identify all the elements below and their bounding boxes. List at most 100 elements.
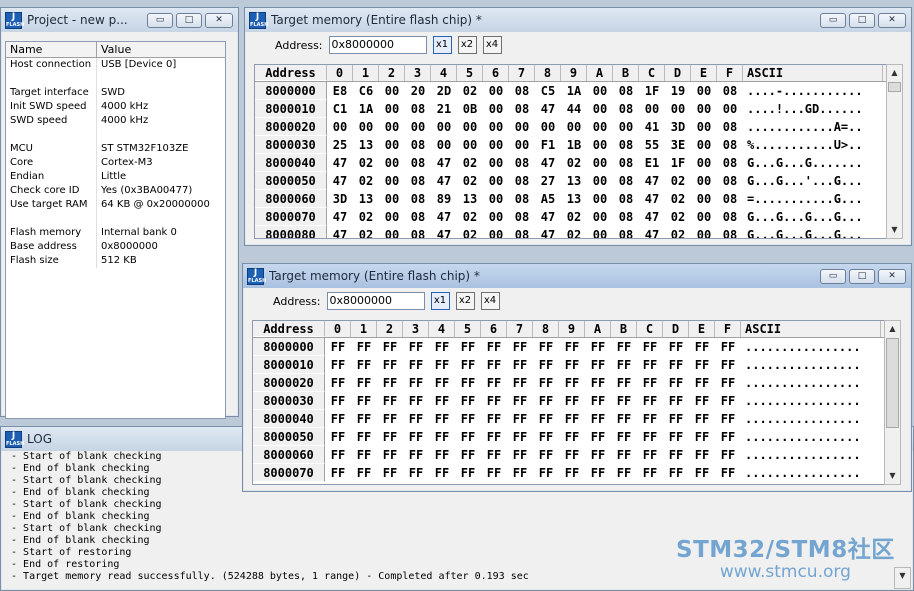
byte-cell[interactable]: 00 [483, 190, 509, 208]
byte-cell[interactable]: 00 [483, 100, 509, 118]
column-header-byte[interactable]: D [663, 321, 689, 337]
property-row[interactable]: Host connection USB [Device 0] [6, 58, 225, 72]
property-row[interactable]: Core Cortex-M3 [6, 156, 225, 170]
property-row[interactable]: Target interface SWD [6, 86, 225, 100]
byte-cell[interactable]: 89 [431, 190, 457, 208]
byte-cell[interactable]: 13 [353, 190, 379, 208]
byte-cell[interactable]: 00 [665, 100, 691, 118]
byte-cell[interactable]: FF [715, 356, 741, 374]
byte-cell[interactable]: FF [533, 428, 559, 446]
byte-cell[interactable]: 00 [431, 118, 457, 136]
byte-cell[interactable]: C5 [535, 82, 561, 100]
byte-cell[interactable]: FF [403, 446, 429, 464]
byte-cell[interactable]: 00 [483, 136, 509, 154]
byte-cell[interactable]: FF [611, 356, 637, 374]
ascii-cell[interactable]: ................ [741, 446, 881, 464]
byte-cell[interactable]: FF [611, 410, 637, 428]
byte-cell[interactable]: 02 [457, 172, 483, 190]
byte-cell[interactable]: 00 [613, 118, 639, 136]
property-row[interactable]: Use target RAM 64 KB @ 0x20000000 [6, 198, 225, 212]
byte-cell[interactable]: FF [507, 356, 533, 374]
ascii-cell[interactable]: ............A=.. [743, 118, 883, 136]
byte-cell[interactable]: 1F [639, 82, 665, 100]
hex-row[interactable]: 8000010 FF FF FF FF FF FF FF FF FF FF FF FF FF FF FF FF.… [253, 356, 884, 374]
column-header-byte[interactable]: C [639, 65, 665, 81]
byte-cell[interactable]: 0B [457, 100, 483, 118]
property-row[interactable]: MCU ST STM32F103ZE [6, 142, 225, 156]
byte-cell[interactable]: 08 [405, 190, 431, 208]
property-row[interactable]: Base address 0x8000000 [6, 240, 225, 254]
byte-cell[interactable]: E1 [639, 154, 665, 172]
scroll-up-arrow-icon[interactable]: ▲ [885, 321, 900, 337]
byte-cell[interactable]: 02 [561, 154, 587, 172]
byte-cell[interactable]: 47 [639, 190, 665, 208]
byte-cell[interactable]: 00 [379, 208, 405, 226]
byte-cell[interactable]: FF [403, 392, 429, 410]
column-header-byte[interactable]: A [587, 65, 613, 81]
byte-cell[interactable]: 02 [665, 190, 691, 208]
hex-row[interactable]: 8000020 00 00 00 00 00 00 00 00 00 00 00 00 41 3D 00 08.… [255, 118, 886, 136]
ascii-cell[interactable]: ................ [741, 428, 881, 446]
zoom-x1-button[interactable]: x1 [430, 292, 450, 310]
ascii-cell[interactable]: ................ [741, 392, 881, 410]
column-header-byte[interactable]: 2 [377, 321, 403, 337]
byte-cell[interactable]: FF [455, 392, 481, 410]
byte-cell[interactable]: FF [715, 338, 741, 356]
byte-cell[interactable]: 13 [561, 190, 587, 208]
byte-cell[interactable]: 02 [665, 226, 691, 238]
byte-cell[interactable]: 00 [587, 208, 613, 226]
byte-cell[interactable]: 00 [587, 190, 613, 208]
property-row[interactable]: Flash size 512 KB [6, 254, 225, 268]
column-header-address[interactable]: Address [253, 321, 325, 337]
column-header-byte[interactable]: 6 [483, 65, 509, 81]
hex-row[interactable]: 8000030 25 13 00 08 00 00 00 00 F1 1B 00 08 55 3E 00 08%… [255, 136, 886, 154]
column-header-name[interactable]: Name [6, 42, 97, 57]
byte-cell[interactable]: C1 [327, 100, 353, 118]
byte-cell[interactable]: E8 [327, 82, 353, 100]
byte-cell[interactable]: FF [377, 428, 403, 446]
column-header-byte[interactable]: 1 [353, 65, 379, 81]
byte-cell[interactable]: 00 [379, 100, 405, 118]
byte-cell[interactable]: 08 [509, 208, 535, 226]
byte-cell[interactable]: 08 [509, 172, 535, 190]
column-header-byte[interactable]: B [611, 321, 637, 337]
byte-cell[interactable]: 19 [665, 82, 691, 100]
byte-cell[interactable]: 00 [717, 100, 743, 118]
byte-cell[interactable]: 00 [691, 118, 717, 136]
byte-cell[interactable]: 1A [353, 100, 379, 118]
byte-cell[interactable]: 00 [379, 172, 405, 190]
byte-cell[interactable]: FF [585, 392, 611, 410]
byte-cell[interactable]: FF [325, 428, 351, 446]
byte-cell[interactable]: 08 [405, 136, 431, 154]
minimize-icon[interactable]: ▭ [820, 12, 846, 28]
byte-cell[interactable]: FF [507, 374, 533, 392]
byte-cell[interactable]: FF [403, 410, 429, 428]
byte-cell[interactable]: FF [663, 446, 689, 464]
column-header-byte[interactable]: 7 [507, 321, 533, 337]
column-header-byte[interactable]: 3 [405, 65, 431, 81]
byte-cell[interactable]: FF [637, 392, 663, 410]
byte-cell[interactable]: 02 [353, 208, 379, 226]
column-header-ascii[interactable]: ASCII [741, 321, 881, 337]
byte-cell[interactable]: FF [507, 464, 533, 482]
byte-cell[interactable]: 00 [483, 172, 509, 190]
byte-cell[interactable]: 47 [327, 172, 353, 190]
byte-cell[interactable]: 47 [639, 172, 665, 190]
byte-cell[interactable]: FF [559, 464, 585, 482]
column-header-byte[interactable]: D [665, 65, 691, 81]
byte-cell[interactable]: 1F [665, 154, 691, 172]
byte-cell[interactable]: 02 [457, 154, 483, 172]
ascii-cell[interactable]: =...........G... [743, 190, 883, 208]
byte-cell[interactable]: FF [507, 446, 533, 464]
byte-cell[interactable]: 00 [587, 118, 613, 136]
byte-cell[interactable]: FF [455, 338, 481, 356]
byte-cell[interactable]: 08 [405, 172, 431, 190]
byte-cell[interactable]: 00 [691, 136, 717, 154]
byte-cell[interactable]: FF [663, 374, 689, 392]
byte-cell[interactable]: 08 [405, 100, 431, 118]
byte-cell[interactable]: 13 [353, 136, 379, 154]
byte-cell[interactable]: 00 [691, 154, 717, 172]
ascii-cell[interactable]: ................ [741, 464, 881, 482]
column-header-byte[interactable]: E [691, 65, 717, 81]
property-row[interactable]: Flash memory Internal bank 0 [6, 226, 225, 240]
